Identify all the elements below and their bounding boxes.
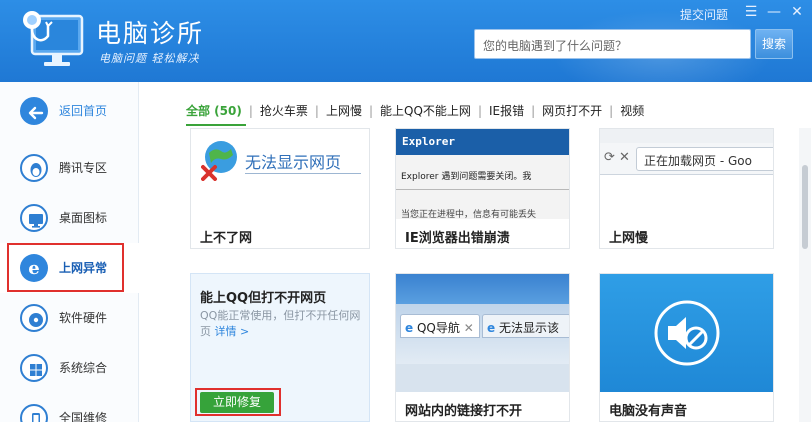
app-name: 电脑诊所 xyxy=(96,19,205,48)
card-thumbnail: Explorer Explorer 遇到问题需要关闭。我 当您正在进程中，信息有… xyxy=(396,129,569,220)
sidebar-item-repair[interactable]: 全国维修 xyxy=(0,393,139,422)
details-link[interactable]: 详情 > xyxy=(215,325,250,338)
sidebar-item-tencent[interactable]: 腾讯专区 xyxy=(0,143,139,193)
tab-separator: | xyxy=(609,104,614,118)
selection-highlight-frame xyxy=(7,243,124,292)
card-description: QQ能正常使用，但打不开任何网页 详情 > xyxy=(200,309,361,338)
sidebar-item-home[interactable]: 返回首页 xyxy=(0,86,139,136)
card-title: 能上QQ但打不开网页 xyxy=(200,291,327,306)
thumb-window-frame xyxy=(396,274,569,304)
report-problem-link[interactable]: 提交问题 xyxy=(680,6,728,23)
thumb-browser-top xyxy=(600,129,773,143)
thumb-loading-text: 正在加载网页 - Goo xyxy=(644,154,752,168)
thumb-dialog-title: Explorer xyxy=(402,135,455,148)
sidebar-item-label: 软件硬件 xyxy=(59,311,108,325)
globe-error-icon xyxy=(201,141,237,181)
tab-page-wont-open[interactable]: 网页打不开 xyxy=(542,102,602,119)
search-input[interactable]: 您的电脑遇到了什么问题？ xyxy=(474,29,751,59)
sidebar-item-label: 全国维修 xyxy=(59,411,108,422)
card-no-sound[interactable]: 电脑没有声音 xyxy=(599,273,774,422)
sidebar-item-software-hardware[interactable]: 软件硬件 xyxy=(0,293,139,343)
tab-video[interactable]: 视频 xyxy=(620,102,644,119)
thumb-rule xyxy=(396,189,569,190)
close-button[interactable]: ✕ xyxy=(788,3,806,21)
card-thumbnail xyxy=(600,274,773,392)
card-title: 网站内的链接打不开 xyxy=(405,404,523,419)
card-thumbnail: e QQ导航 ✕ e 无法显示该 xyxy=(396,274,569,392)
thumb-text: 无法显示网页 xyxy=(245,153,342,172)
app-slogan: 电脑问题 轻松解决 xyxy=(99,52,200,65)
sidebar-item-label: 返回首页 xyxy=(59,104,108,118)
sidebar-item-label: 桌面图标 xyxy=(59,211,108,225)
category-tabs: 全部 (50) | 抢火车票 | 上网慢 | 能上QQ不能上网 | IE报错 | 网页打不开 | 视频 xyxy=(186,102,644,122)
title-bar: 电脑诊所 电脑问题 轻松解决 提交问题 ☰ — ✕ 您的电脑遇到了什么问题？ 搜… xyxy=(0,0,812,82)
cd-disc-icon xyxy=(20,304,48,332)
tab-ie-error[interactable]: IE报错 xyxy=(489,102,524,119)
thumb-rule xyxy=(245,173,361,174)
tab-slow-internet[interactable]: 上网慢 xyxy=(326,102,362,119)
menu-icon[interactable]: ☰ xyxy=(742,3,760,21)
card-title: 上不了网 xyxy=(200,231,253,246)
monitor-icon xyxy=(20,204,48,232)
card-title: 上网慢 xyxy=(609,231,649,246)
card-thumbnail: ⟳ ✕ 正在加载网页 - Goo xyxy=(600,129,773,219)
active-tab-underline xyxy=(186,124,246,126)
minimize-button[interactable]: — xyxy=(765,3,783,21)
card-no-internet[interactable]: 无法显示网页 上不了网 xyxy=(190,128,370,249)
sidebar-item-label: 腾讯专区 xyxy=(59,161,108,175)
reload-stop-icon: ⟳ ✕ xyxy=(604,150,630,165)
card-title: IE浏览器出错崩溃 xyxy=(405,231,510,246)
card-site-links-broken[interactable]: e QQ导航 ✕ e 无法显示该 网站内的链接打不开 xyxy=(395,273,570,422)
speaker-muted-icon xyxy=(654,300,720,366)
card-title: 电脑没有声音 xyxy=(609,404,688,419)
qq-penguin-icon xyxy=(20,154,48,182)
tab-qq-no-internet[interactable]: 能上QQ不能上网 xyxy=(380,102,471,119)
tab-separator: | xyxy=(368,104,374,118)
thumb-tab-qq: e QQ导航 ✕ xyxy=(400,314,480,338)
sidebar-item-system[interactable]: 系统综合 xyxy=(0,343,139,393)
fix-now-button[interactable]: 立即修复 xyxy=(200,392,274,413)
content-scrollbar-thumb[interactable] xyxy=(802,165,808,249)
card-thumbnail: 无法显示网页 xyxy=(191,129,369,219)
search-button[interactable]: 搜索 xyxy=(755,29,793,59)
thumb-ie-icon: e xyxy=(487,321,496,335)
sidebar-item-label: 系统综合 xyxy=(59,361,108,375)
card-qq-no-web[interactable]: 能上QQ但打不开网页 QQ能正常使用，但打不开任何网页 详情 > 立即修复 xyxy=(190,273,370,422)
tab-train-tickets[interactable]: 抢火车票 xyxy=(260,102,308,119)
tab-all[interactable]: 全部 (50) xyxy=(186,102,242,119)
tab-separator: | xyxy=(531,104,536,118)
card-slow-internet[interactable]: ⟳ ✕ 正在加载网页 - Goo 上网慢 xyxy=(599,128,774,249)
thumb-line: 当您正在进程中，信息有可能丢失 xyxy=(401,210,537,220)
thumb-ie-icon: e xyxy=(405,321,414,335)
sidebar-item-desktop-icons[interactable]: 桌面图标 xyxy=(0,193,139,243)
thumb-tab-error: e 无法显示该 xyxy=(482,314,569,338)
tab-separator: | xyxy=(314,104,319,118)
card-ie-crash[interactable]: Explorer Explorer 遇到问题需要关闭。我 当您正在进程中，信息有… xyxy=(395,128,570,249)
phone-icon xyxy=(20,404,48,422)
thumb-line: Explorer 遇到问题需要关闭。我 xyxy=(401,172,532,182)
windows-logo-icon xyxy=(20,354,48,382)
back-arrow-icon xyxy=(20,97,48,125)
tab-separator: | xyxy=(248,104,253,118)
stethoscope-monitor-logo-icon xyxy=(23,11,84,66)
tab-separator: | xyxy=(477,104,482,118)
